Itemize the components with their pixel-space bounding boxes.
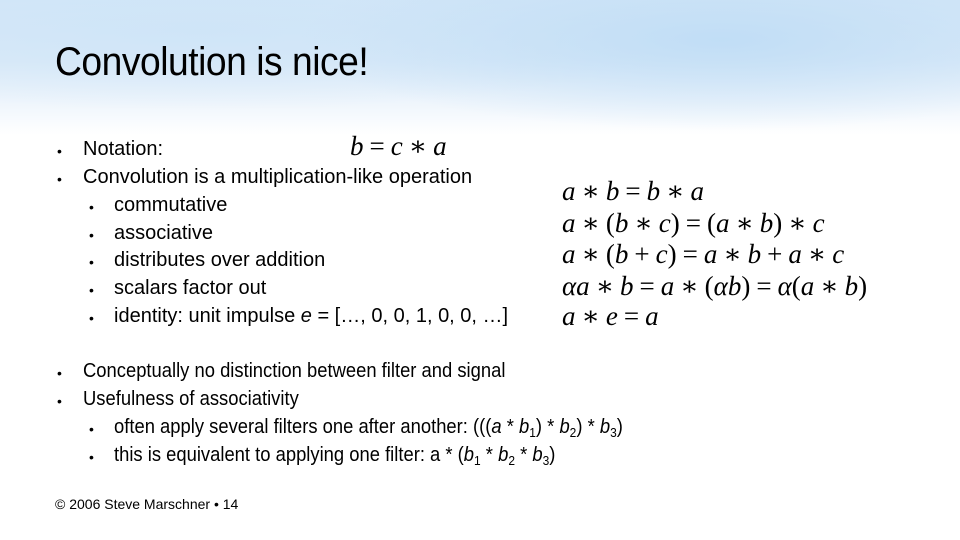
- identity-prefix: identity: unit impulse: [114, 305, 301, 327]
- formula-associative: a ∗ (b ∗ c) = (a ∗ b) ∗ c: [562, 208, 825, 238]
- bullet-icon: •: [89, 310, 94, 326]
- identity-suffix: = […, 0, 0, 1, 0, 0, …]: [311, 305, 509, 327]
- usefulness-label: Usefulness of associativity: [83, 388, 299, 410]
- bullet-icon: •: [89, 282, 94, 298]
- property-distributive: distributes over addition: [114, 249, 326, 271]
- bullet-icon: •: [57, 365, 62, 381]
- usefulness-item-text: often apply several filters one after an…: [114, 416, 623, 440]
- bullet-icon: •: [89, 449, 94, 465]
- identity-var: e: [300, 305, 312, 327]
- formula-commutative: a ∗ b = b ∗ a: [562, 176, 704, 206]
- usefulness-item-text: this is equivalent to applying one filte…: [114, 444, 556, 468]
- bullet-icon: •: [57, 143, 62, 159]
- slide-footer: © 2006 Steve Marschner • 14: [55, 496, 239, 512]
- usefulness-item-sequential: often apply several filters one after an…: [114, 416, 667, 439]
- convolution-label: Convolution is a multiplication-like ope…: [83, 166, 473, 188]
- property-associative: associative: [114, 222, 213, 244]
- usefulness-text: Usefulness of associativity: [83, 388, 318, 411]
- property-scalars: scalars factor out: [114, 277, 267, 299]
- bullet-icon: •: [57, 393, 62, 409]
- notation-formula: b = c ∗ a: [350, 131, 447, 161]
- bullet-icon: •: [89, 199, 94, 215]
- bullet-icon: •: [89, 254, 94, 270]
- property-identity: identity: unit impulse e = […, 0, 0, 1, …: [114, 305, 508, 328]
- conceptual-label: Conceptually no distinction between filt…: [83, 360, 506, 382]
- formula-distributive: a ∗ (b + c) = a ∗ b + a ∗ c: [562, 239, 845, 269]
- property-commutative: commutative: [114, 194, 228, 216]
- usefulness-item-combined: this is equivalent to applying one filte…: [114, 444, 594, 467]
- formula-scalars: αa ∗ b = a ∗ (αb) = α(a ∗ b): [562, 271, 868, 301]
- slide-title: Convolution is nice!: [55, 40, 369, 84]
- conceptual-text: Conceptually no distinction between filt…: [83, 360, 542, 383]
- bullet-icon: •: [57, 171, 62, 187]
- bullet-icon: •: [89, 421, 94, 437]
- formula-identity: a ∗ e = a: [562, 301, 659, 331]
- notation-label: Notation:: [83, 138, 164, 160]
- bullet-icon: •: [89, 227, 94, 243]
